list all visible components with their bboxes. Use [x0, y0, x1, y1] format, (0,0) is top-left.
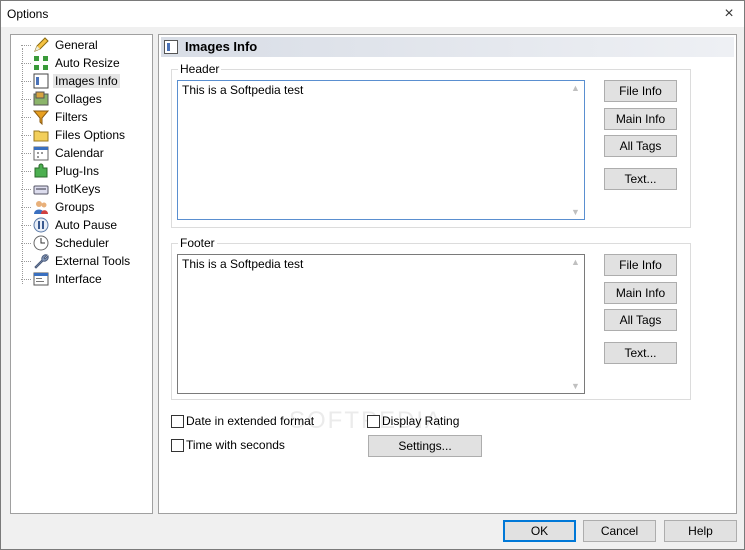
footer-file-info-button[interactable]: File Info — [604, 254, 677, 276]
collage-icon — [33, 91, 49, 106]
footer-main-info-button[interactable]: Main Info — [604, 282, 677, 304]
users-icon — [34, 201, 48, 214]
interface-icon — [33, 272, 49, 286]
tree-line — [22, 48, 23, 284]
resize-icon — [34, 56, 48, 70]
date-extended-checkbox[interactable] — [171, 415, 184, 428]
footer-scrollbar[interactable]: ▲ ▼ — [567, 255, 584, 393]
time-seconds-checkbox[interactable] — [171, 439, 184, 452]
options-window: Options × General Auto Resize Images Inf… — [0, 0, 745, 550]
display-rating-checkbox[interactable] — [367, 415, 380, 428]
header-main-info-button[interactable]: Main Info — [604, 108, 677, 130]
title-bar: Options × — [1, 1, 744, 27]
footer-group-label: Footer — [178, 236, 217, 250]
header-file-info-button[interactable]: File Info — [604, 80, 677, 102]
panel-header: Images Info — [161, 37, 734, 57]
panel-title: Images Info — [185, 39, 258, 54]
pause-icon — [33, 217, 49, 233]
header-all-tags-button[interactable]: All Tags — [604, 135, 677, 157]
footer-textarea[interactable]: This is a Softpedia test ▲ ▼ — [177, 254, 585, 394]
header-textarea[interactable]: This is a Softpedia test ▲ ▼ — [177, 80, 585, 220]
info-window-icon — [164, 40, 178, 54]
header-text-button[interactable]: Text... — [604, 168, 677, 190]
cancel-button[interactable]: Cancel — [583, 520, 656, 542]
scroll-down-icon[interactable]: ▼ — [567, 207, 584, 217]
header-text: This is a Softpedia test — [182, 83, 304, 97]
filter-icon — [33, 110, 49, 125]
time-seconds-label: Time with seconds — [186, 438, 285, 452]
ok-button[interactable]: OK — [503, 520, 576, 542]
keyboard-icon — [33, 185, 49, 195]
date-extended-label: Date in extended format — [186, 414, 315, 428]
info-window-icon — [33, 73, 49, 89]
window-title: Options — [7, 7, 49, 21]
close-icon[interactable]: × — [714, 1, 744, 27]
pencil-icon — [34, 37, 49, 52]
help-button[interactable]: Help — [664, 520, 737, 542]
scroll-up-icon[interactable]: ▲ — [567, 83, 584, 93]
footer-text: This is a Softpedia test — [182, 257, 304, 271]
settings-button[interactable]: Settings... — [368, 435, 482, 457]
folder-icon — [33, 130, 49, 142]
calendar-icon — [33, 146, 49, 161]
images-info-panel: Images Info Header This is a Softpedia t… — [158, 34, 737, 514]
puzzle-icon — [34, 163, 48, 178]
footer-text-button[interactable]: Text... — [604, 342, 677, 364]
footer-all-tags-button[interactable]: All Tags — [604, 309, 677, 331]
scroll-down-icon[interactable]: ▼ — [567, 381, 584, 391]
clock-icon — [33, 235, 49, 251]
scroll-up-icon[interactable]: ▲ — [567, 257, 584, 267]
header-group-label: Header — [178, 62, 222, 76]
header-group: Header This is a Softpedia test ▲ ▼ File… — [171, 62, 691, 228]
display-rating-label: Display Rating — [382, 414, 460, 428]
options-tree: General Auto Resize Images Info Collages… — [10, 34, 153, 514]
header-scrollbar[interactable]: ▲ ▼ — [567, 81, 584, 219]
footer-group: Footer This is a Softpedia test ▲ ▼ File… — [171, 236, 691, 400]
wrench-icon — [34, 254, 49, 269]
